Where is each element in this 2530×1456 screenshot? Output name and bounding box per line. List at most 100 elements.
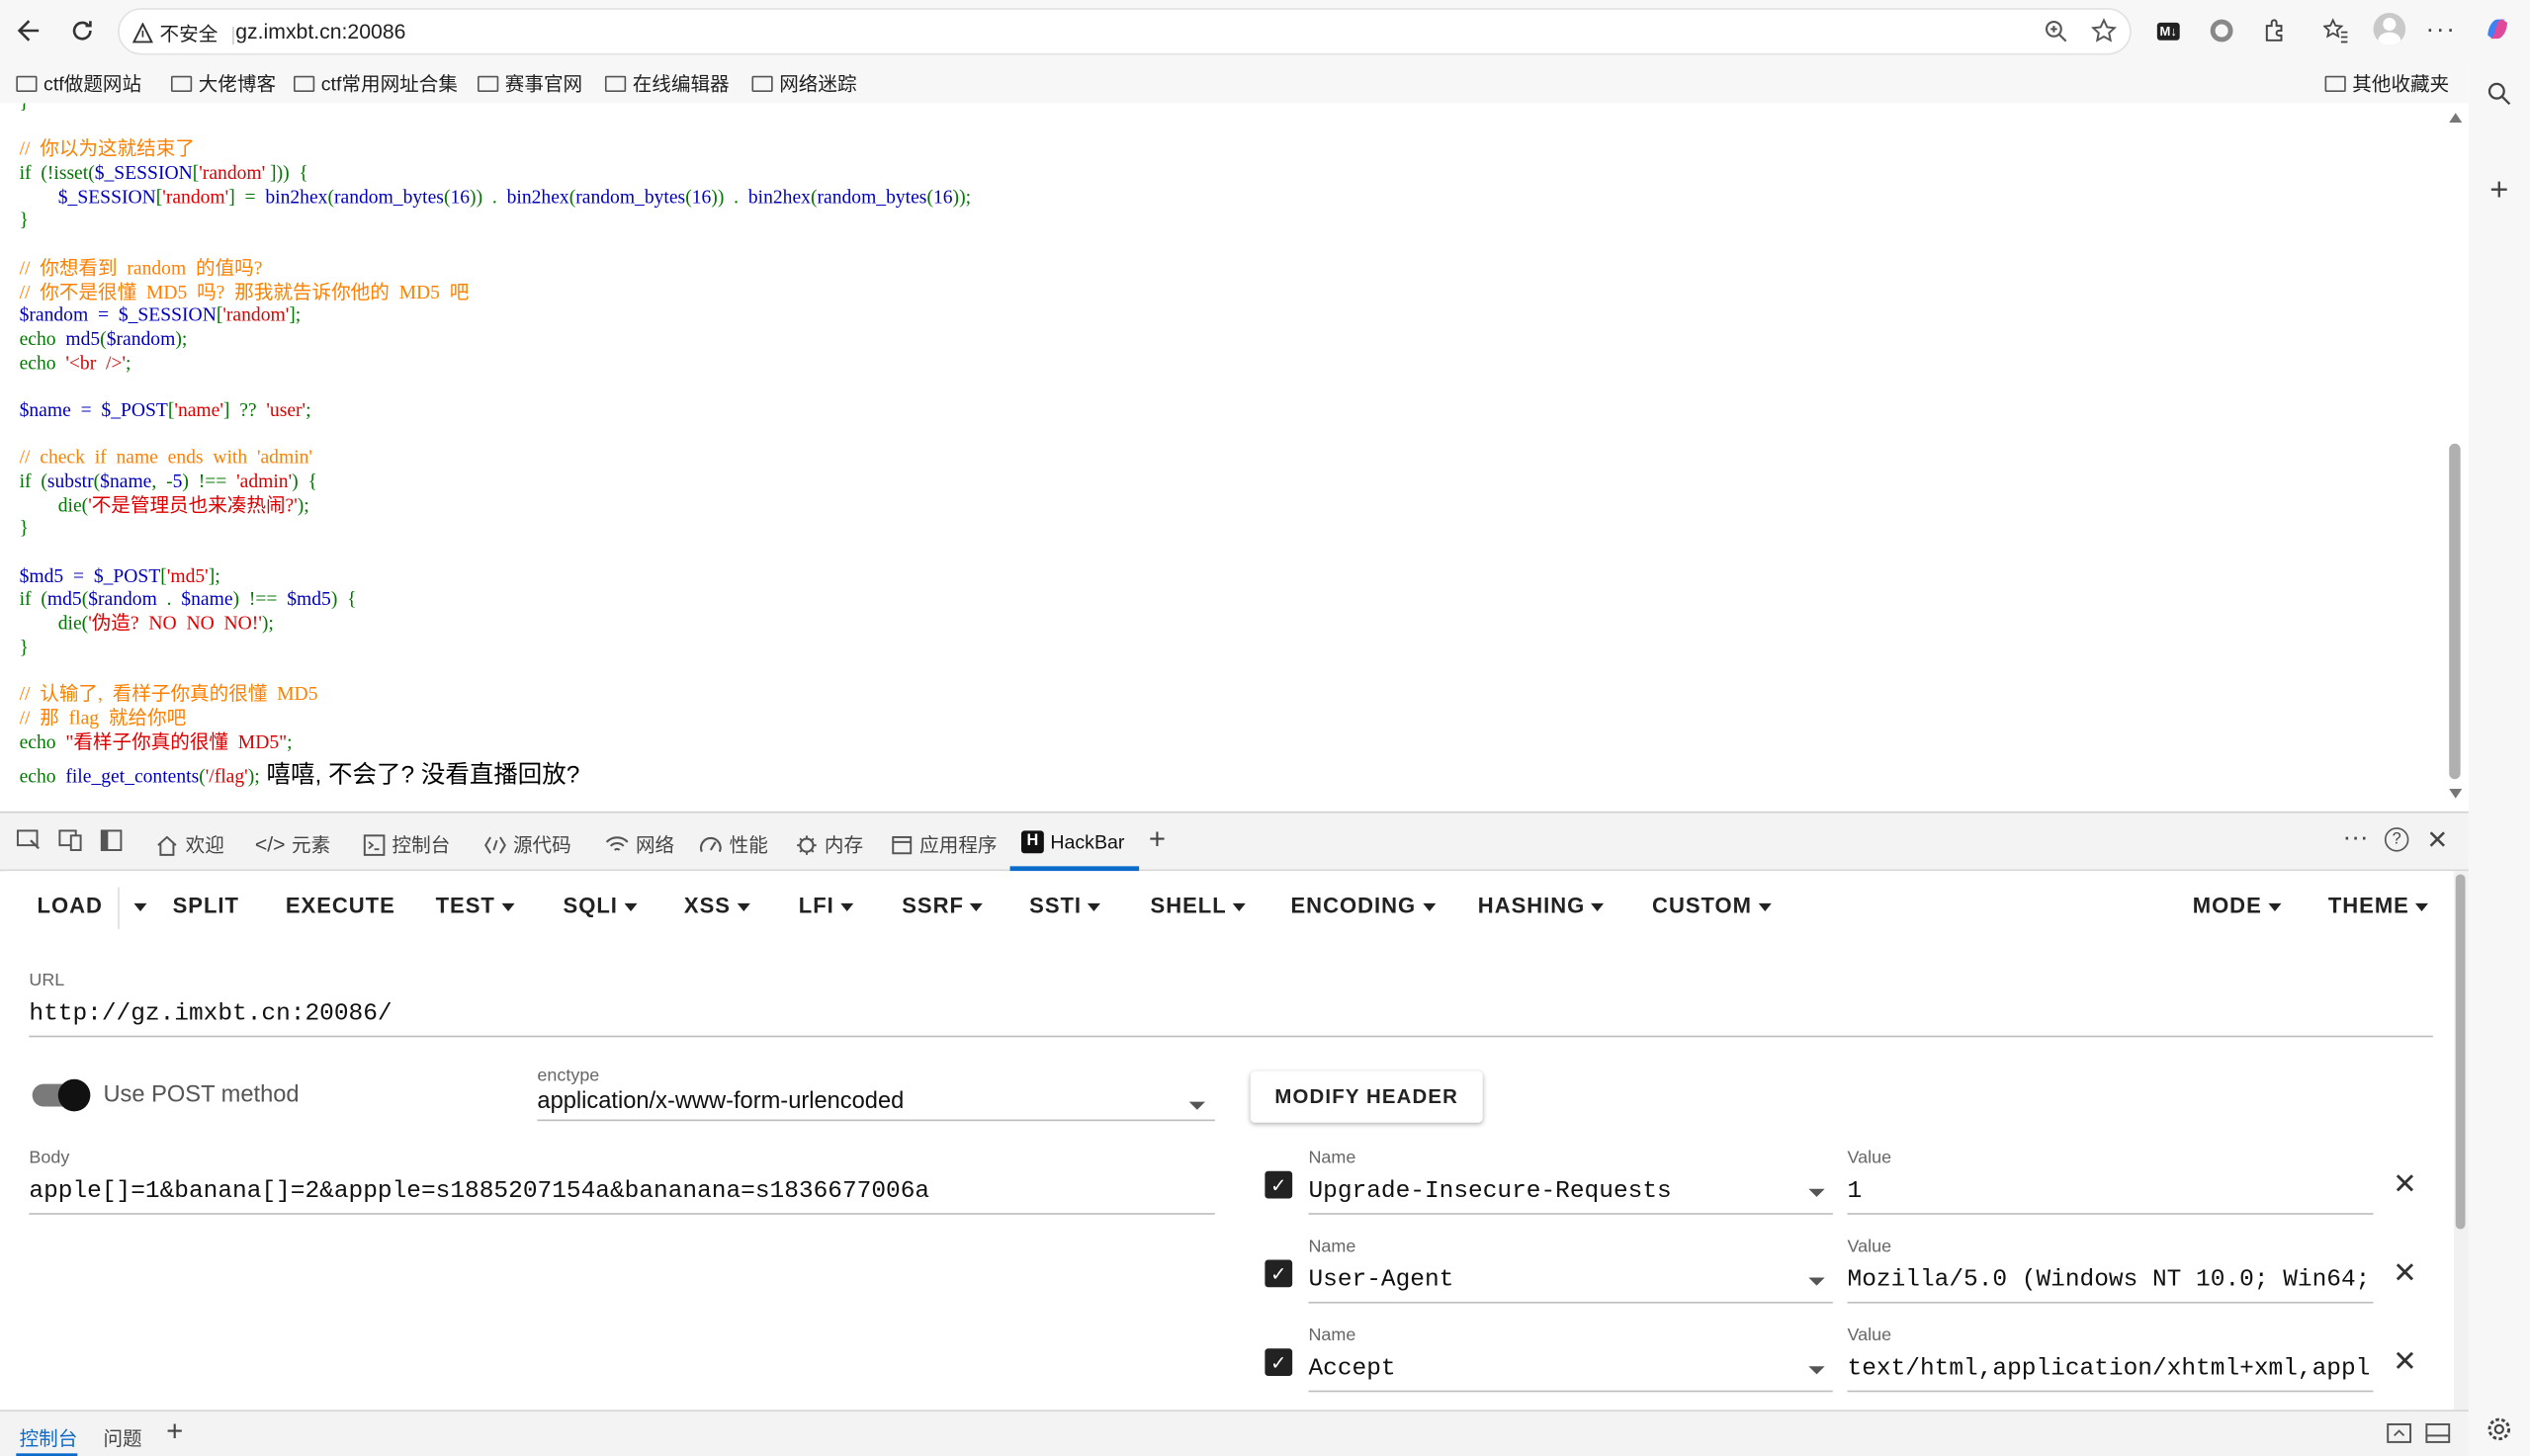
- post-method-toggle[interactable]: [32, 1078, 91, 1112]
- code-line: die('伪造? NO NO NO!');: [20, 612, 971, 636]
- menu-label: HASHING: [1477, 894, 1586, 918]
- bookmark-folder-1[interactable]: 大佬博客: [170, 69, 276, 97]
- hackbar-scrollbar[interactable]: [2454, 871, 2469, 1411]
- tab-memory[interactable]: 内存: [796, 830, 863, 858]
- header-name-input[interactable]: User-Agent: [1308, 1266, 1453, 1294]
- header-value-input[interactable]: 1: [1848, 1177, 1863, 1205]
- menu-lfi[interactable]: LFI: [799, 894, 854, 918]
- menu-shell[interactable]: SHELL: [1151, 894, 1247, 918]
- other-bookmarks[interactable]: 其他收藏夹: [2324, 69, 2449, 97]
- tab-hackbar[interactable]: H HackBar: [1020, 830, 1124, 854]
- tab-performance[interactable]: 性能: [699, 830, 768, 858]
- extensions-puzzle-icon[interactable]: [2259, 15, 2292, 47]
- code-token: 'random': [222, 303, 290, 326]
- menu-test[interactable]: TEST: [435, 894, 515, 918]
- drawer-dock-icon[interactable]: [2387, 1422, 2412, 1448]
- bookmark-folder-5[interactable]: 网络迷踪: [751, 69, 857, 97]
- drawer-close-icon[interactable]: [2425, 1422, 2451, 1448]
- menu-load[interactable]: LOAD: [38, 894, 103, 917]
- hackbar-panel: LOAD SPLIT EXECUTE TEST SQLI XSS LFI SSR…: [4, 871, 2458, 1411]
- chevron-down-icon: [970, 902, 984, 911]
- drawer-tab-console[interactable]: 控制台: [20, 1424, 78, 1452]
- url-input[interactable]: http://gz.imxbt.cn:20086/: [29, 1000, 392, 1028]
- remove-header-icon[interactable]: ✕: [2393, 1167, 2417, 1201]
- flag-output-text: 嘻嘻, 不会了? 没看直播回放?: [259, 761, 580, 790]
- folder-icon: [478, 74, 499, 92]
- add-tab-icon[interactable]: +: [1149, 822, 1166, 856]
- menu-xss[interactable]: XSS: [684, 894, 750, 918]
- code-token: )) .: [711, 185, 748, 209]
- favorite-star-icon[interactable]: [2088, 15, 2121, 47]
- extension-m-icon[interactable]: M↓: [2152, 15, 2185, 47]
- remove-header-icon[interactable]: ✕: [2393, 1256, 2417, 1290]
- home-icon: [157, 834, 177, 856]
- extension-circle-icon[interactable]: [2206, 15, 2238, 47]
- menu-mode[interactable]: MODE: [2193, 894, 2282, 918]
- profile-avatar-icon[interactable]: [2373, 13, 2406, 45]
- header-enabled-checkbox[interactable]: ✓: [1265, 1348, 1293, 1377]
- page-scrollbar[interactable]: [2446, 113, 2466, 807]
- load-dropdown-icon[interactable]: [128, 894, 147, 917]
- code-token: }: [19, 516, 29, 540]
- address-bar[interactable]: 不安全 | gz.imxbt.cn:20086: [118, 8, 2132, 55]
- header-value-label: Value: [1847, 1237, 1892, 1257]
- bookmark-folder-2[interactable]: ctf常用网址合集: [294, 69, 458, 97]
- help-icon[interactable]: ?: [2384, 827, 2409, 852]
- add-icon[interactable]: +: [2483, 172, 2515, 208]
- bookmark-folder-0[interactable]: ctf做题网站: [16, 69, 141, 97]
- tab-console[interactable]: 控制台: [363, 830, 450, 858]
- favorites-icon[interactable]: [2320, 15, 2353, 47]
- close-devtools-icon[interactable]: ✕: [2426, 824, 2448, 857]
- more-options-icon[interactable]: ···: [2425, 15, 2458, 47]
- modify-header-button[interactable]: MODIFY HEADER: [1250, 1071, 1483, 1123]
- drawer-tab-issues[interactable]: 问题: [103, 1424, 141, 1452]
- device-emulation-icon[interactable]: [58, 829, 84, 852]
- back-button[interactable]: [10, 11, 48, 49]
- chevron-down-icon: [1808, 1188, 1825, 1197]
- menu-ssrf[interactable]: SSRF: [902, 894, 984, 918]
- add-drawer-tab-icon[interactable]: +: [166, 1414, 183, 1448]
- tab-network[interactable]: 网络: [605, 830, 674, 858]
- dock-side-icon[interactable]: [100, 829, 123, 852]
- url-text[interactable]: gz.imxbt.cn:20086: [235, 20, 405, 43]
- menu-theme[interactable]: THEME: [2328, 894, 2429, 918]
- tab-application[interactable]: 应用程序: [891, 830, 998, 858]
- reload-icon: [72, 21, 92, 41]
- bookmark-folder-3[interactable]: 赛事官网: [478, 69, 582, 97]
- scroll-thumb[interactable]: [2455, 874, 2466, 1230]
- more-tools-icon[interactable]: ···: [2343, 824, 2369, 853]
- menu-ssti[interactable]: SSTI: [1029, 894, 1101, 918]
- menu-sqli[interactable]: SQLI: [564, 894, 638, 918]
- security-indicator[interactable]: 不安全 |: [131, 20, 235, 47]
- code-token: bin2hex: [265, 185, 328, 209]
- menu-execute[interactable]: EXECUTE: [286, 894, 395, 917]
- menu-label: TEST: [435, 894, 495, 918]
- header-enabled-checkbox[interactable]: ✓: [1265, 1259, 1293, 1288]
- enctype-select[interactable]: application/x-www-form-urlencoded: [537, 1089, 904, 1115]
- remove-header-icon[interactable]: ✕: [2393, 1345, 2417, 1379]
- menu-hashing[interactable]: HASHING: [1477, 894, 1605, 918]
- wifi-icon: [605, 836, 629, 851]
- tab-elements[interactable]: </> 元素: [255, 830, 330, 858]
- header-enabled-checkbox[interactable]: ✓: [1265, 1170, 1293, 1199]
- header-name-input[interactable]: Accept: [1308, 1355, 1395, 1383]
- inspect-icon[interactable]: [16, 829, 42, 852]
- code-token: )) .: [470, 185, 507, 209]
- body-input[interactable]: apple[]=1&banana[]=2&appple=s1885207154a…: [29, 1177, 929, 1205]
- header-value-input[interactable]: text/html,application/xhtml+xml,appl:: [1848, 1355, 2374, 1383]
- tab-welcome[interactable]: 欢迎: [155, 830, 224, 858]
- bookmark-folder-4[interactable]: 在线编辑器: [604, 69, 730, 97]
- header-value-input[interactable]: Mozilla/5.0 (Windows NT 10.0; Win64;: [1848, 1266, 2374, 1294]
- search-icon[interactable]: [2483, 77, 2515, 110]
- menu-custom[interactable]: CUSTOM: [1652, 894, 1772, 918]
- menu-split[interactable]: SPLIT: [173, 894, 239, 917]
- settings-gear-icon[interactable]: [2483, 1413, 2515, 1446]
- copilot-icon[interactable]: [2482, 13, 2514, 45]
- header-name-input[interactable]: Upgrade-Insecure-Requests: [1308, 1177, 1671, 1205]
- menu-encoding[interactable]: ENCODING: [1291, 894, 1436, 918]
- scroll-thumb[interactable]: [2449, 443, 2461, 780]
- zoom-icon[interactable]: [2040, 15, 2072, 47]
- reload-button[interactable]: [63, 11, 102, 49]
- tab-sources[interactable]: 源代码: [484, 830, 571, 858]
